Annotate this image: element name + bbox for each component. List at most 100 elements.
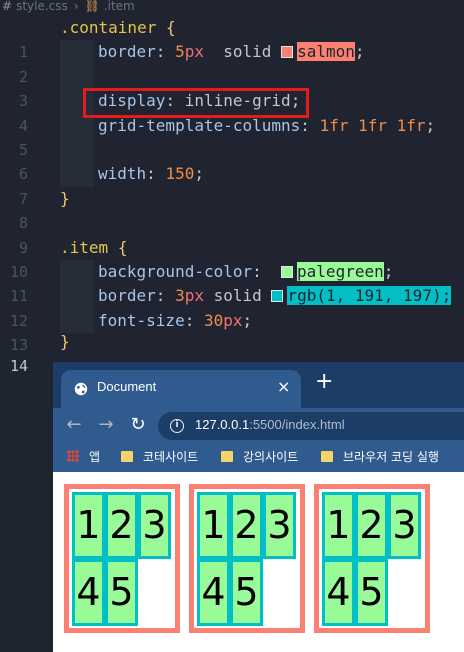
semicolon: ; — [441, 286, 452, 306]
grid-item: 5 — [355, 559, 388, 626]
back-arrow-icon[interactable]: ← — [63, 414, 85, 436]
code-line: 7 width: 150; — [0, 162, 464, 208]
property-width: width — [98, 164, 147, 184]
colon: : — [146, 164, 156, 184]
grid-item: 3 — [138, 492, 171, 559]
selector-container: .container — [60, 18, 157, 37]
color-value-salmon: salmon — [297, 42, 355, 62]
highlight-box — [83, 88, 309, 118]
breadcrumb-symbol[interactable]: .item — [104, 0, 135, 12]
info-icon[interactable]: i — [170, 419, 184, 433]
paren: ( — [316, 286, 326, 306]
number-value: 3 — [175, 286, 185, 306]
indent-guide — [60, 162, 94, 187]
code-line: 6 — [0, 138, 464, 183]
forward-arrow-icon[interactable]: → — [95, 414, 117, 436]
unit: px — [223, 310, 243, 330]
breadcrumb-file[interactable]: style.css — [16, 0, 68, 12]
width-value: 150 — [165, 164, 195, 184]
property-font-size: font-size — [98, 310, 185, 330]
grid-item: 2 — [355, 492, 388, 559]
unit: px — [184, 42, 204, 62]
code-editor[interactable]: # style.css › ⛓ .item 1 .container { 2 borde… — [0, 0, 464, 375]
bookmark-label: 앱 — [89, 450, 101, 464]
semicolon: ; — [425, 115, 436, 135]
line-number-active: 14 — [9, 357, 28, 376]
bookmarks-bar: 앱 코테사이트 강의사이트 브라우저 코딩 실행 — [53, 444, 464, 472]
grid-item: 3 — [388, 492, 421, 559]
rgb-args: 1, 191, 197 — [325, 286, 432, 306]
bookmark-label: 강의사이트 — [243, 450, 299, 464]
indent-guide — [60, 64, 94, 90]
grid-item: 2 — [105, 492, 138, 559]
color-swatch[interactable] — [281, 266, 294, 278]
new-tab-button[interactable]: + — [315, 370, 333, 394]
number-value: 30 — [203, 310, 224, 330]
browser-toolbar: ← → ↻ i 127.0.0.1:5500/index.html — [53, 408, 464, 444]
code-line: 11 background-color: palegreen; — [0, 260, 464, 305]
grid-item: 1 — [72, 492, 105, 559]
indent-guide — [60, 40, 94, 65]
tab-strip: Document × + — [53, 362, 464, 408]
grid-item: 5 — [105, 559, 138, 626]
bookmark-folder[interactable]: 강의사이트 — [221, 449, 298, 465]
grid-item: 1 — [322, 492, 355, 559]
number-value: 5 — [175, 42, 185, 62]
code-line: 3 — [0, 64, 464, 110]
semicolon: ; — [383, 262, 394, 281]
folder-icon — [121, 451, 133, 462]
bookmark-folder[interactable]: 코테사이트 — [121, 449, 198, 465]
tab-title: Document — [97, 379, 157, 394]
colon: : — [252, 262, 262, 281]
close-brace: } — [60, 188, 70, 208]
folder-icon — [221, 451, 233, 462]
grid-item: 1 — [197, 492, 230, 559]
rgb-function: rgb — [287, 286, 317, 306]
code-line: 14 } — [0, 330, 464, 375]
selector-item: .item — [60, 237, 109, 257]
grid-container: 1 2 3 4 5 — [314, 484, 430, 633]
address-bar[interactable]: i 127.0.0.1:5500/index.html — [158, 412, 464, 440]
colon: : — [155, 42, 166, 62]
close-brace: } — [60, 332, 70, 351]
bookmark-label: 코테사이트 — [143, 450, 199, 464]
chevron-right-icon: › — [73, 0, 79, 13]
url-host: 127.0.0.1 — [195, 417, 250, 432]
grid-item: 3 — [263, 492, 296, 559]
grid-item: 4 — [197, 559, 230, 626]
code-line: 9 — [0, 211, 464, 257]
bookmark-folder[interactable]: 브라우저 코딩 실행 — [321, 449, 439, 465]
code-line: 2 border: 5px solid salmon; — [0, 40, 464, 86]
grid-columns-value: 1fr 1fr 1fr — [319, 115, 426, 135]
tab-document[interactable]: Document × — [61, 370, 301, 408]
grid-item: 4 — [72, 559, 105, 626]
browser-window: Document × + ← → ↻ i 127.0.0.1:5500/inde… — [53, 362, 464, 652]
grid-container: 1 2 3 4 5 — [189, 484, 305, 633]
grid-container: 1 2 3 4 5 — [64, 484, 180, 633]
url-path: :5500/index.html — [249, 417, 345, 432]
color-value-rgb: rgb(1, 191, 197); — [287, 286, 452, 306]
color-swatch[interactable] — [281, 46, 294, 59]
apps-grid-icon — [67, 450, 79, 462]
url-text: 127.0.0.1:5500/index.html — [195, 417, 345, 432]
grid-item: 5 — [230, 559, 263, 626]
property-border: border — [98, 286, 156, 306]
semicolon: ; — [194, 164, 204, 184]
close-icon[interactable]: × — [277, 377, 290, 396]
indent-guide — [60, 138, 94, 163]
bookmark-label: 브라우저 코딩 실행 — [343, 450, 439, 464]
colon: : — [184, 310, 195, 330]
unit: px — [184, 286, 204, 306]
css-file-icon: # — [2, 0, 13, 13]
semicolon: ; — [354, 42, 365, 62]
folder-icon — [321, 451, 333, 462]
reload-icon[interactable]: ↻ — [127, 414, 149, 436]
property-background-color: background-color — [98, 262, 253, 281]
code-line: 12 border: 3px solid rgb(1, 191, 197); — [0, 284, 464, 330]
code-line: 8 } — [0, 187, 464, 232]
color-swatch[interactable] — [271, 290, 284, 303]
color-value-palegreen: palegreen — [297, 262, 384, 281]
grid-item: 4 — [322, 559, 355, 626]
border-style-value: solid — [223, 42, 272, 62]
bookmark-apps[interactable]: 앱 — [67, 449, 100, 465]
